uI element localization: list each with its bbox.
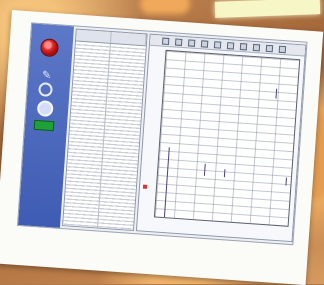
trace-segment: [204, 164, 206, 176]
trace-segment: [275, 89, 277, 99]
grid-icon[interactable]: [214, 41, 221, 48]
settings-icon[interactable]: [37, 100, 54, 117]
plot-area[interactable]: [154, 50, 300, 227]
copy-icon[interactable]: [253, 44, 260, 51]
status-led-icon: [34, 120, 55, 131]
print-icon[interactable]: [240, 43, 247, 50]
scale-icon[interactable]: [227, 42, 234, 49]
trace-segment: [285, 178, 287, 186]
pan-icon[interactable]: [188, 39, 195, 46]
channel-list[interactable]: [62, 29, 148, 232]
list-rows[interactable]: [63, 42, 146, 230]
trace-segment: [164, 147, 170, 217]
record-button[interactable]: [40, 38, 59, 57]
plot-window: [136, 34, 306, 242]
settings-icon[interactable]: [279, 46, 286, 53]
zoom-out-icon[interactable]: [175, 38, 182, 45]
app-screenshot: ✎: [17, 22, 308, 245]
background-blur: [140, 0, 190, 14]
trace-segment: [224, 169, 226, 177]
cursor-marker[interactable]: [143, 185, 147, 189]
ring-icon[interactable]: [38, 82, 53, 97]
cursor-icon[interactable]: [201, 40, 208, 47]
zoom-icon[interactable]: [162, 38, 169, 45]
printed-page: ✎: [0, 10, 323, 285]
save-icon[interactable]: [266, 45, 273, 52]
wrench-icon[interactable]: ✎: [39, 68, 54, 83]
